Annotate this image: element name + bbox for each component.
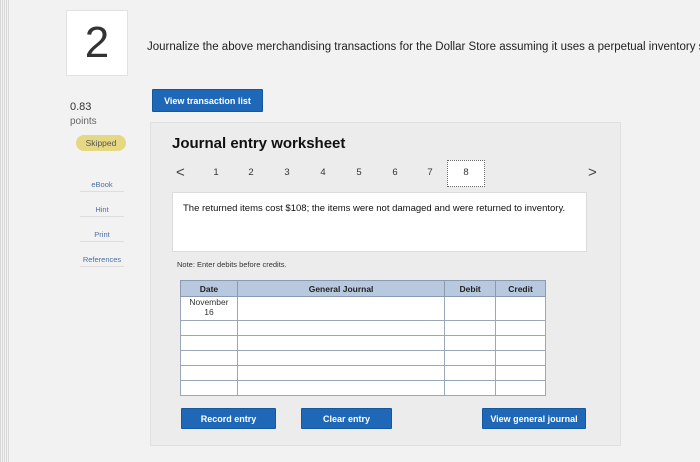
chevron-right-icon[interactable]: > [588, 164, 597, 181]
date-cell [180, 335, 238, 351]
left-edge-strip [0, 0, 10, 462]
header-debit: Debit [444, 280, 497, 297]
points-value: 0.83 [70, 101, 92, 113]
journal-row [180, 335, 546, 351]
debit-input[interactable] [444, 350, 497, 366]
journal-row [180, 365, 546, 381]
hint-link[interactable]: Hint [80, 205, 124, 217]
references-link[interactable]: References [80, 255, 124, 267]
credit-input[interactable] [495, 350, 546, 366]
journal-row [180, 350, 546, 366]
transaction-description-text: The returned items cost $108; the items … [183, 203, 566, 214]
account-input[interactable] [236, 320, 446, 336]
header-credit: Credit [495, 280, 546, 297]
page-8-active[interactable]: 8 [460, 167, 472, 178]
record-entry-button[interactable]: Record entry [181, 408, 276, 429]
debit-input[interactable] [444, 296, 497, 321]
journal-row [180, 320, 546, 336]
worksheet-title: Journal entry worksheet [172, 135, 346, 152]
page-1[interactable]: 1 [210, 167, 222, 178]
worksheet-pager: < 1 2 3 4 5 6 7 8 > [170, 160, 610, 187]
header-general-journal: General Journal [236, 280, 446, 297]
transaction-description: The returned items cost $108; the items … [172, 192, 587, 252]
credit-input[interactable] [495, 296, 546, 321]
journal-row: November 16 [180, 296, 546, 321]
date-month: November [189, 297, 229, 307]
account-input[interactable] [236, 335, 446, 351]
ebook-link[interactable]: eBook [80, 180, 124, 192]
question-number-text: 2 [84, 18, 110, 67]
journal-table: Date General Journal Debit Credit Novemb… [180, 280, 546, 396]
debit-input[interactable] [444, 365, 497, 381]
credit-input[interactable] [495, 365, 546, 381]
clear-entry-button[interactable]: Clear entry [301, 408, 392, 429]
page-5[interactable]: 5 [353, 167, 365, 178]
account-input[interactable] [236, 380, 446, 396]
debit-input[interactable] [444, 380, 497, 396]
debit-credit-note: Note: Enter debits before credits. [177, 260, 287, 269]
debit-input[interactable] [444, 335, 497, 351]
date-cell: November 16 [180, 296, 238, 321]
page-6[interactable]: 6 [389, 167, 401, 178]
view-transaction-list-button[interactable]: View transaction list [152, 89, 263, 112]
debit-input[interactable] [444, 320, 497, 336]
date-cell [180, 350, 238, 366]
account-input[interactable] [236, 365, 446, 381]
credit-input[interactable] [495, 380, 546, 396]
credit-input[interactable] [495, 335, 546, 351]
date-cell [180, 320, 238, 336]
date-cell [180, 380, 238, 396]
date-cell [180, 365, 238, 381]
status-badge: Skipped [76, 135, 126, 151]
side-links: eBook Hint Print References [80, 180, 124, 280]
journal-row [180, 380, 546, 396]
question-number: 2 [66, 10, 128, 76]
chevron-left-icon[interactable]: < [176, 164, 185, 181]
print-link[interactable]: Print [80, 230, 124, 242]
header-date: Date [180, 280, 238, 297]
account-input[interactable] [236, 296, 446, 321]
points-label: points [70, 116, 97, 127]
date-day: 16 [204, 307, 214, 317]
page-7[interactable]: 7 [424, 167, 436, 178]
page-4[interactable]: 4 [317, 167, 329, 178]
page-3[interactable]: 3 [281, 167, 293, 178]
view-general-journal-button[interactable]: View general journal [482, 408, 586, 429]
page-2[interactable]: 2 [245, 167, 257, 178]
account-input[interactable] [236, 350, 446, 366]
question-prompt: Journalize the above merchandising trans… [147, 41, 700, 53]
credit-input[interactable] [495, 320, 546, 336]
journal-header-row: Date General Journal Debit Credit [180, 280, 546, 297]
